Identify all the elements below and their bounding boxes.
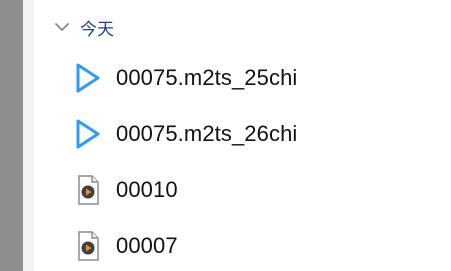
play-triangle-icon [74,118,102,150]
file-explorer-list-pane: 今天 00075.m2ts_25chi 00075.m2ts_26chi 000… [0,0,451,271]
file-name: 00075.m2ts_25chi [116,65,298,90]
file-name: 00075.m2ts_26chi [116,121,298,146]
file-name: 00010 [116,177,178,202]
file-item[interactable]: 00075.m2ts_25chi [74,58,297,98]
file-item[interactable]: 00010 [74,170,178,210]
video-file-icon [74,174,102,206]
left-panel-edge [23,0,34,271]
play-triangle-icon [74,62,102,94]
left-scroll-strip [0,0,23,271]
video-file-icon [74,230,102,262]
file-item[interactable]: 00075.m2ts_26chi [74,114,297,154]
group-label: 今天 [80,19,114,39]
file-item[interactable]: 00007 [74,226,178,266]
chevron-down-icon[interactable] [52,17,72,37]
group-header-today[interactable]: 今天 [52,12,114,42]
file-name: 00007 [116,233,178,258]
